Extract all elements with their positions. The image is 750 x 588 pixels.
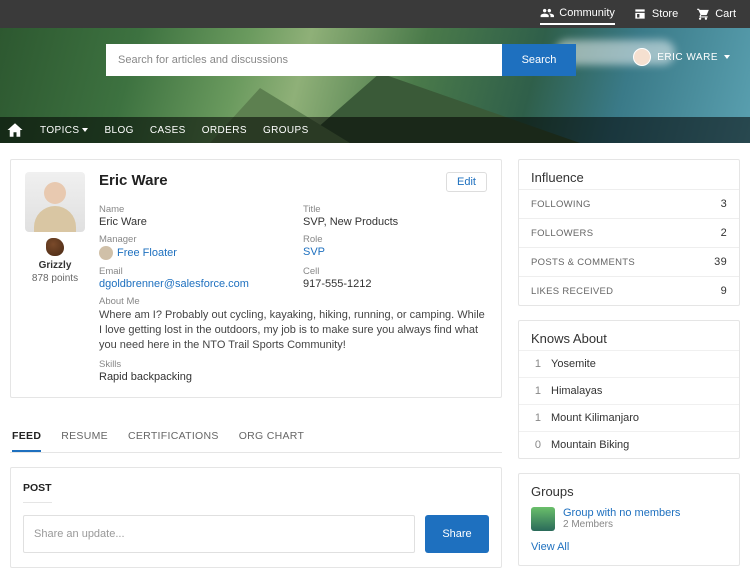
stat-likes[interactable]: LIKES RECEIVED9: [519, 276, 739, 305]
label-role: Role: [303, 234, 487, 245]
knows-item[interactable]: 0Mountain Biking: [519, 431, 739, 458]
profile-sidebar: Grizzly 878 points: [25, 172, 85, 383]
stat-following[interactable]: FOLLOWING3: [519, 189, 739, 218]
groups-panel: Groups Group with no members 2 Members V…: [518, 473, 740, 566]
store-icon: [633, 7, 647, 21]
share-input[interactable]: Share an update...: [23, 515, 415, 553]
topbar-cart-label: Cart: [715, 8, 736, 20]
search-input[interactable]: [106, 44, 502, 76]
stat-followers[interactable]: FOLLOWERS2: [519, 218, 739, 247]
post-composer: POST Share an update... Share: [10, 467, 502, 568]
label-manager: Manager: [99, 234, 283, 245]
people-icon: [540, 6, 554, 20]
nav-cases[interactable]: CASES: [150, 125, 186, 136]
label-about: About Me: [99, 296, 487, 307]
cart-icon: [696, 7, 710, 21]
value-role[interactable]: SVP: [303, 246, 487, 258]
nav-blog[interactable]: BLOG: [104, 125, 133, 136]
value-name: Eric Ware: [99, 216, 283, 228]
group-thumb-icon: [531, 507, 555, 531]
topbar-community[interactable]: Community: [540, 6, 615, 25]
knows-item[interactable]: 1Yosemite: [519, 350, 739, 377]
share-button[interactable]: Share: [425, 515, 489, 553]
knows-item[interactable]: 1Himalayas: [519, 377, 739, 404]
profile-card: Grizzly 878 points Eric Ware Edit Name E…: [10, 159, 502, 398]
user-avatar-icon: [633, 48, 651, 66]
label-cell: Cell: [303, 266, 487, 277]
view-all-link[interactable]: View All: [531, 541, 569, 553]
post-tab[interactable]: POST: [23, 478, 52, 503]
profile-tabs: FEED RESUME CERTIFICATIONS ORG CHART: [10, 422, 502, 453]
profile-photo: [25, 172, 85, 232]
points-value: 878 points: [25, 273, 85, 284]
topbar-community-label: Community: [559, 7, 615, 19]
value-manager[interactable]: Free Floater: [117, 247, 177, 259]
group-item[interactable]: Group with no members 2 Members: [531, 507, 727, 531]
nav-groups[interactable]: GROUPS: [263, 125, 309, 136]
user-name: ERIC WARE: [657, 52, 718, 63]
profile-name: Eric Ware: [99, 172, 168, 189]
topbar-cart[interactable]: Cart: [696, 7, 736, 21]
influence-title: Influence: [519, 160, 739, 189]
knows-title: Knows About: [519, 321, 739, 350]
home-icon[interactable]: [6, 121, 24, 139]
label-skills: Skills: [99, 359, 487, 370]
value-cell: 917-555-1212: [303, 278, 487, 290]
search-bar: Search: [106, 44, 576, 76]
knows-about-panel: Knows About 1Yosemite 1Himalayas 1Mount …: [518, 320, 740, 459]
sub-nav: TOPICS BLOG CASES ORDERS GROUPS: [0, 117, 750, 143]
nav-orders[interactable]: ORDERS: [202, 125, 247, 136]
influence-panel: Influence FOLLOWING3 FOLLOWERS2 POSTS & …: [518, 159, 740, 306]
manager-avatar-icon: [99, 246, 113, 260]
tab-certifications[interactable]: CERTIFICATIONS: [128, 422, 219, 452]
value-skills: Rapid backpacking: [99, 371, 487, 383]
value-about: Where am I? Probably out cycling, kayaki…: [99, 308, 487, 353]
group-members: 2 Members: [563, 519, 680, 530]
knows-item[interactable]: 1Mount Kilimanjaro: [519, 404, 739, 431]
label-title: Title: [303, 204, 487, 215]
label-name: Name: [99, 204, 283, 215]
stat-posts[interactable]: POSTS & COMMENTS39: [519, 247, 739, 276]
value-email[interactable]: dgoldbrenner@salesforce.com: [99, 278, 283, 290]
user-menu[interactable]: ERIC WARE: [633, 48, 730, 66]
tab-org-chart[interactable]: ORG CHART: [239, 422, 305, 452]
value-title: SVP, New Products: [303, 216, 487, 228]
badge-label: Grizzly: [25, 260, 85, 271]
chevron-down-icon: [82, 128, 88, 132]
page-body: Grizzly 878 points Eric Ware Edit Name E…: [0, 143, 750, 588]
tab-feed[interactable]: FEED: [12, 422, 41, 452]
topbar-store-label: Store: [652, 8, 678, 20]
topbar-store[interactable]: Store: [633, 7, 678, 21]
grizzly-badge-icon: [46, 238, 64, 256]
search-button[interactable]: Search: [502, 44, 576, 76]
hero-banner: Search ERIC WARE TOPICS BLOG CASES ORDER…: [0, 28, 750, 143]
group-name: Group with no members: [563, 507, 680, 519]
groups-title: Groups: [531, 484, 727, 503]
nav-topics[interactable]: TOPICS: [40, 125, 88, 136]
chevron-down-icon: [724, 55, 730, 59]
tab-resume[interactable]: RESUME: [61, 422, 108, 452]
label-email: Email: [99, 266, 283, 277]
topbar: Community Store Cart: [0, 0, 750, 28]
edit-button[interactable]: Edit: [446, 172, 487, 192]
